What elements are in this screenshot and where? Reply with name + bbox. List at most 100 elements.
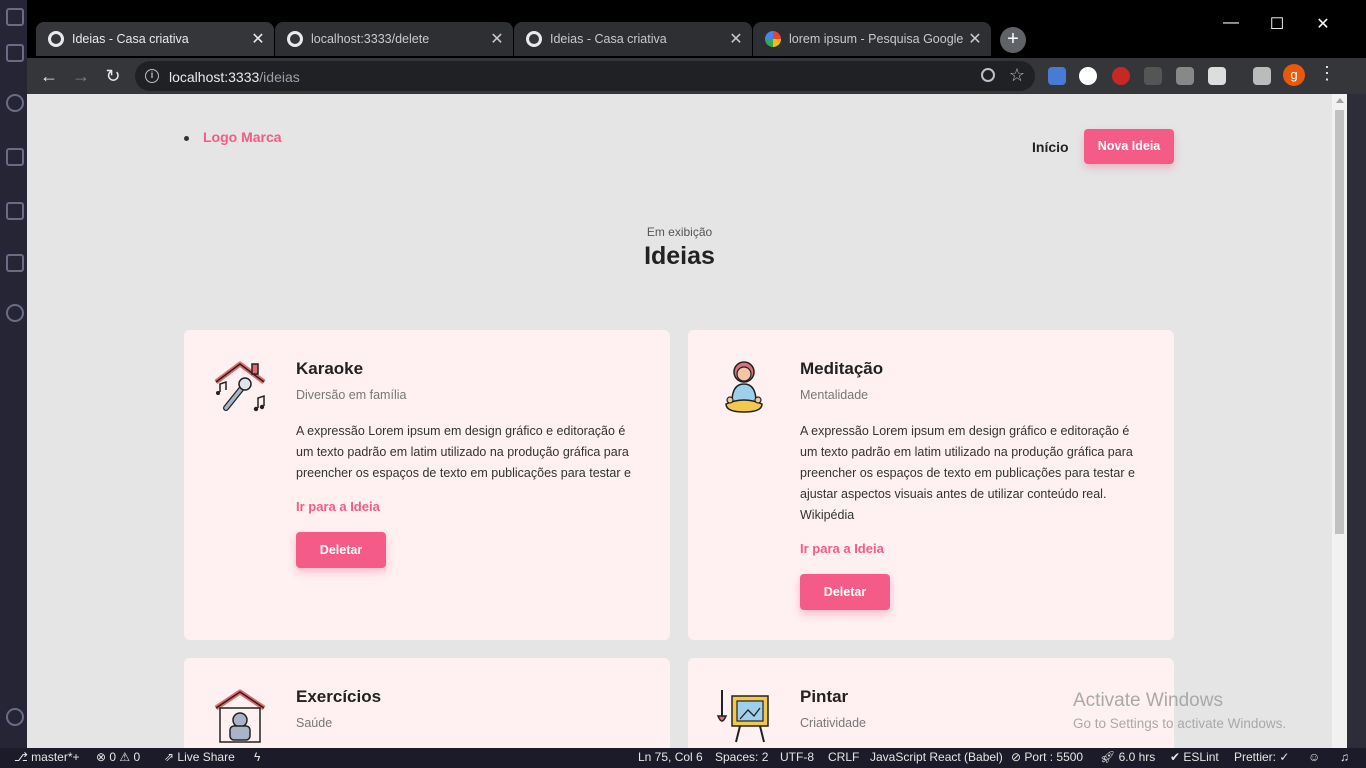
url-text[interactable]: localhost:3333/ideias bbox=[169, 69, 300, 85]
globe-icon bbox=[526, 31, 542, 47]
forward-arrow-icon[interactable]: → bbox=[69, 64, 93, 88]
tab-title: localhost:3333/delete bbox=[311, 32, 430, 46]
profile-avatar[interactable]: g bbox=[1283, 64, 1305, 86]
close-icon[interactable]: ✕ bbox=[487, 29, 507, 49]
problems-counter[interactable]: ⊗ 0 ⚠ 0 bbox=[96, 750, 140, 764]
bookmark-star-icon[interactable]: ☆ bbox=[1009, 65, 1025, 86]
window-close-button[interactable]: ✕ bbox=[1300, 14, 1346, 34]
browser-window: Ideias - Casa criativa ✕ localhost:3333/… bbox=[27, 0, 1366, 748]
close-icon[interactable]: ✕ bbox=[965, 29, 985, 49]
page-viewport: Logo Marca Início Nova Ideia Em exibição… bbox=[27, 94, 1332, 748]
source-control-icon[interactable] bbox=[6, 148, 24, 166]
notifications-bell-icon[interactable]: ♫ bbox=[1340, 750, 1349, 764]
meditation-icon bbox=[725, 361, 763, 413]
time-label: 6.0 hrs bbox=[1118, 750, 1156, 764]
scroll-up-arrow-icon[interactable] bbox=[1336, 98, 1344, 103]
drive-extension-icon[interactable] bbox=[1176, 67, 1194, 85]
explorer-icon[interactable] bbox=[6, 44, 24, 62]
remote-icon[interactable] bbox=[6, 304, 24, 322]
tab-google-search[interactable]: lorem ipsum - Pesquisa Google ✕ bbox=[753, 22, 991, 56]
go-to-idea-link[interactable]: Ir para a Ideia bbox=[800, 541, 884, 556]
vscode-activity-bar bbox=[0, 0, 27, 748]
vscode-logo-icon bbox=[6, 8, 24, 26]
git-branch[interactable]: ⎇ master*+ bbox=[14, 750, 80, 764]
media-control-icon[interactable] bbox=[1253, 67, 1271, 85]
json-extension-icon[interactable] bbox=[1079, 67, 1097, 85]
card-description: A expressão Lorem ipsum em design gráfic… bbox=[800, 424, 1135, 522]
browser-toolbar: ← → ↻ i localhost:3333/ideias ☆ g ⋮ bbox=[27, 58, 1366, 94]
vscode-status-bar: ⎇ master*+ ⊗ 0 ⚠ 0 ⇗ Live Share ϟ Ln 75,… bbox=[0, 748, 1366, 768]
tab-title: Ideias - Casa criativa bbox=[550, 32, 667, 46]
print-extension-icon[interactable] bbox=[1208, 67, 1226, 85]
google-icon bbox=[765, 31, 781, 47]
live-share[interactable]: ⇗ Live Share bbox=[164, 750, 235, 764]
debug-icon[interactable] bbox=[6, 202, 24, 220]
section-title: Ideias bbox=[644, 242, 715, 270]
back-arrow-icon[interactable]: ← bbox=[37, 64, 61, 88]
globe-icon bbox=[287, 31, 303, 47]
page-scrollbar[interactable] bbox=[1332, 94, 1347, 748]
lightning-icon[interactable]: ϟ bbox=[254, 750, 260, 764]
new-idea-button[interactable]: Nova Ideia bbox=[1084, 129, 1174, 164]
wakatime[interactable]: 🚀︎ 6.0 hrs bbox=[1100, 750, 1155, 764]
tab-ideias-active[interactable]: Ideias - Casa criativa ✕ bbox=[36, 22, 274, 56]
close-icon[interactable]: ✕ bbox=[248, 29, 268, 49]
search-icon[interactable] bbox=[6, 94, 24, 112]
eslint-status[interactable]: ✔ ESLint bbox=[1170, 750, 1219, 764]
language-mode[interactable]: JavaScript React (Babel) bbox=[870, 750, 1003, 764]
zoom-icon[interactable] bbox=[981, 68, 995, 82]
painting-icon bbox=[716, 690, 769, 743]
delete-button[interactable]: Deletar bbox=[296, 532, 386, 568]
feedback-icon[interactable]: ☺ bbox=[1308, 750, 1320, 764]
windows-activation-watermark: Activate Windows Go to Settings to activ… bbox=[1073, 690, 1286, 731]
chrome-menu-icon[interactable]: ⋮ bbox=[1317, 63, 1337, 84]
tab-ideias[interactable]: Ideias - Casa criativa ✕ bbox=[514, 22, 752, 56]
reload-icon[interactable]: ↻ bbox=[101, 64, 125, 88]
new-tab-button[interactable]: + bbox=[1000, 27, 1026, 53]
nav-home-link[interactable]: Início bbox=[1032, 139, 1069, 155]
prettier-status[interactable]: Prettier: ✓ bbox=[1234, 750, 1289, 764]
end-of-line[interactable]: CRLF bbox=[828, 750, 859, 764]
port-label: Port : 5500 bbox=[1024, 750, 1084, 764]
karaoke-icon bbox=[214, 361, 266, 412]
settings-gear-icon[interactable] bbox=[6, 708, 24, 726]
maximize-button[interactable]: ☐ bbox=[1254, 14, 1300, 34]
card-title: Exercícios bbox=[296, 687, 382, 706]
card-description: A expressão Lorem ipsum em design gráfic… bbox=[296, 424, 631, 480]
indentation[interactable]: Spaces: 2 bbox=[715, 750, 768, 764]
scrollbar-thumb[interactable] bbox=[1335, 110, 1344, 534]
adblock-extension-icon[interactable] bbox=[1112, 67, 1130, 85]
address-bar[interactable]: i localhost:3333/ideias ☆ bbox=[135, 61, 1035, 91]
editor-edge bbox=[1347, 94, 1366, 748]
tab-title: lorem ipsum - Pesquisa Google bbox=[789, 32, 964, 46]
translate-extension-icon[interactable] bbox=[1048, 67, 1066, 85]
card-category: Diversão em família bbox=[296, 388, 407, 402]
card-category: Criatividade bbox=[800, 716, 867, 730]
info-icon[interactable]: i bbox=[145, 69, 159, 83]
tab-delete[interactable]: localhost:3333/delete ✕ bbox=[275, 22, 513, 56]
card-category: Mentalidade bbox=[800, 388, 869, 402]
card-title: Pintar bbox=[800, 687, 849, 706]
url-path: /ideias bbox=[259, 69, 300, 85]
encoding[interactable]: UTF-8 bbox=[780, 750, 814, 764]
close-icon[interactable]: ✕ bbox=[726, 29, 746, 49]
extensions-icon[interactable] bbox=[6, 254, 24, 272]
eslint-label: ESLint bbox=[1183, 750, 1219, 764]
exercise-icon bbox=[214, 689, 266, 743]
live-share-label: Live Share bbox=[177, 750, 235, 764]
idea-card-exercicios: Exercícios Saúde bbox=[184, 658, 670, 748]
pen-extension-icon[interactable] bbox=[1144, 67, 1162, 85]
list-bullet bbox=[184, 135, 189, 141]
cursor-position[interactable]: Ln 75, Col 6 bbox=[638, 750, 703, 764]
go-to-idea-link[interactable]: Ir para a Ideia bbox=[296, 499, 380, 514]
tab-strip: Ideias - Casa criativa ✕ localhost:3333/… bbox=[27, 0, 1366, 58]
git-branch-label: master*+ bbox=[31, 750, 80, 764]
url-host: localhost:3333 bbox=[169, 69, 260, 85]
delete-button[interactable]: Deletar bbox=[800, 574, 890, 610]
minimize-button[interactable]: — bbox=[1208, 14, 1254, 32]
live-server-port[interactable]: ⊘ Port : 5500 bbox=[1011, 750, 1083, 764]
idea-card-karaoke: Karaoke Diversão em família A expressão … bbox=[184, 330, 670, 640]
globe-icon bbox=[48, 31, 64, 47]
logo-link[interactable]: Logo Marca bbox=[203, 129, 282, 145]
card-category: Saúde bbox=[296, 716, 333, 730]
